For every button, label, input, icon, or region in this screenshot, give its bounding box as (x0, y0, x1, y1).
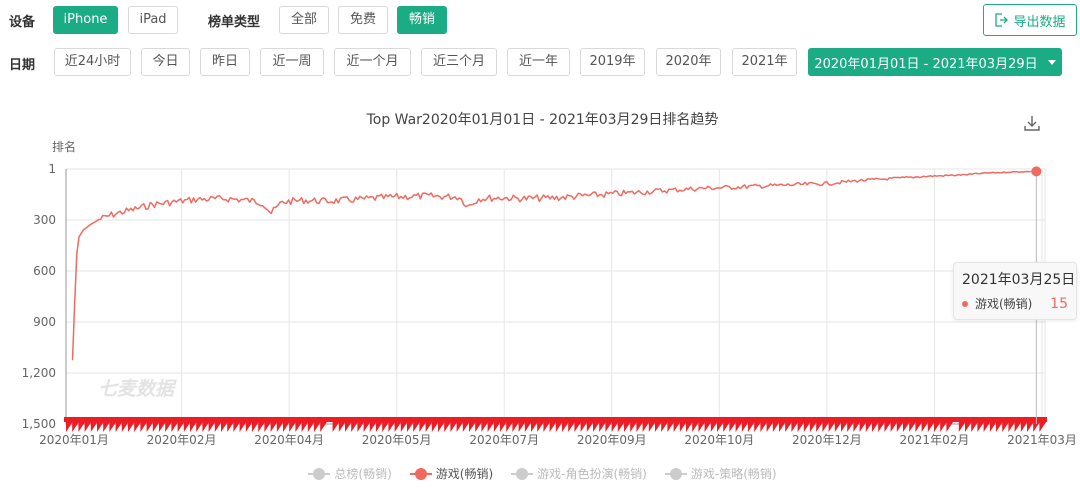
legend-item-strategy[interactable]: 游戏-策略(畅销) (664, 465, 777, 482)
y-tick-label: 1 (48, 162, 56, 176)
x-tick-label: 2020年05月 (362, 433, 432, 447)
legend-item-games[interactable]: 游戏(畅销) (409, 465, 494, 482)
grid (65, 168, 1046, 425)
series-line (71, 170, 1037, 361)
watermark: 七麦数据 (98, 378, 177, 400)
y-tick-label: 600 (33, 264, 56, 278)
x-tick-label: 2020年07月 (469, 433, 539, 447)
y-axis-label: 排名 (52, 139, 76, 154)
chart-legend: 总榜(畅销) 游戏(畅销) 游戏-角色扮演(畅销) 游戏-策略(畅销) (0, 465, 1080, 482)
tooltip-row: 游戏(畅销) 15 (962, 295, 1068, 312)
legend-marker (664, 467, 687, 480)
highlighted-point (1031, 166, 1042, 177)
legend-marker (308, 467, 331, 480)
series-layer (71, 166, 1042, 424)
x-tick-label: 2020年04月 (254, 433, 324, 447)
y-tick-label: 1,500 (22, 417, 56, 431)
chart-tooltip: 2021年03月25日 游戏(畅销) 15 (953, 262, 1077, 320)
x-tick-label: 2021年02月 (900, 433, 970, 447)
legend-label: 游戏-策略(畅销) (690, 467, 777, 481)
y-tick-label: 900 (33, 315, 56, 329)
legend-marker (511, 467, 534, 480)
x-tick-label: 2020年01月 (39, 433, 109, 447)
tooltip-dot (962, 300, 968, 307)
legend-marker (409, 467, 432, 480)
rank-trend-chart: 排名 七麦数据 13006009001,2001,500 2020年01月 202… (22, 139, 1077, 447)
legend-label: 游戏-角色扮演(畅销) (537, 467, 647, 481)
legend-item-overall[interactable]: 总榜(畅销) (308, 465, 392, 482)
legend-item-rpg[interactable]: 游戏-角色扮演(畅销) (511, 465, 647, 482)
tooltip-value: 15 (1050, 295, 1068, 312)
x-tick-label: 2020年02月 (147, 433, 217, 447)
tooltip-series: 游戏(畅销) (975, 297, 1033, 311)
legend-label: 游戏(畅销) (435, 467, 494, 481)
y-tick-label: 300 (33, 213, 56, 227)
x-tick-label: 2020年12月 (792, 433, 862, 447)
x-ticks: 2020年01月 2020年02月 2020年04月 2020年05月 2020年07月… (39, 433, 1077, 447)
x-tick-label: 2020年09月 (577, 433, 647, 447)
legend-label: 总榜(畅销) (334, 467, 392, 481)
date-marker-band (64, 417, 1047, 422)
x-tick-label: 2020年10月 (684, 433, 754, 447)
y-ticks: 1 300 600 900 1,200 1,500 (22, 162, 56, 431)
tooltip-date: 2021年03月25日 (962, 272, 1076, 288)
y-tick-label: 1,200 (22, 366, 56, 380)
x-tick-label: 2021年03月 (1007, 433, 1077, 447)
